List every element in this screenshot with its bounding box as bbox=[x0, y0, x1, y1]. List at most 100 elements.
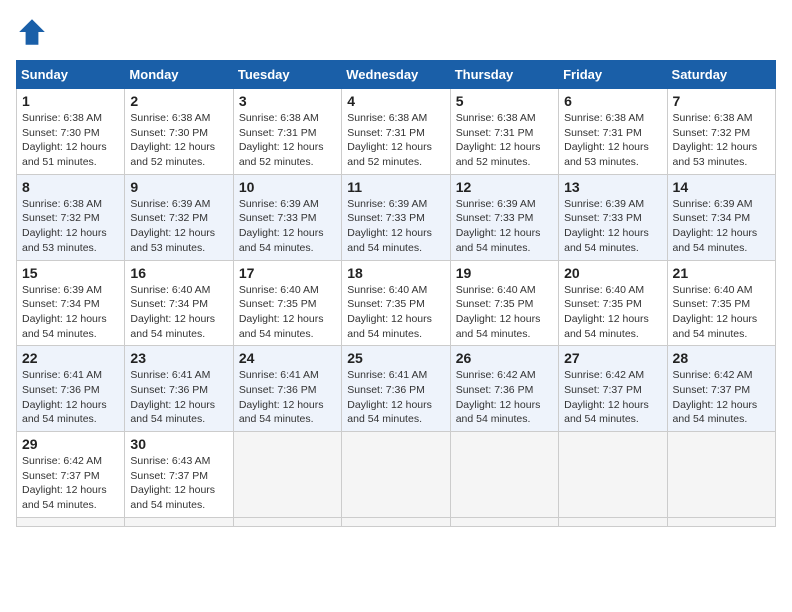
calendar-cell: 3 Sunrise: 6:38 AM Sunset: 7:31 PM Dayli… bbox=[233, 89, 341, 175]
calendar-cell bbox=[342, 517, 450, 526]
calendar-cell: 12 Sunrise: 6:39 AM Sunset: 7:33 PM Dayl… bbox=[450, 174, 558, 260]
calendar-cell: 13 Sunrise: 6:39 AM Sunset: 7:33 PM Dayl… bbox=[559, 174, 667, 260]
calendar-cell: 30 Sunrise: 6:43 AM Sunset: 7:37 PM Dayl… bbox=[125, 432, 233, 518]
calendar-cell: 6 Sunrise: 6:38 AM Sunset: 7:31 PM Dayli… bbox=[559, 89, 667, 175]
calendar-cell: 9 Sunrise: 6:39 AM Sunset: 7:32 PM Dayli… bbox=[125, 174, 233, 260]
day-info: Sunrise: 6:39 AM Sunset: 7:32 PM Dayligh… bbox=[130, 197, 227, 256]
day-number: 6 bbox=[564, 93, 661, 109]
day-info: Sunrise: 6:42 AM Sunset: 7:37 PM Dayligh… bbox=[564, 368, 661, 427]
day-number: 25 bbox=[347, 350, 444, 366]
calendar-cell: 23 Sunrise: 6:41 AM Sunset: 7:36 PM Dayl… bbox=[125, 346, 233, 432]
day-info: Sunrise: 6:38 AM Sunset: 7:30 PM Dayligh… bbox=[22, 111, 119, 170]
col-monday: Monday bbox=[125, 61, 233, 89]
calendar-week-row: 8 Sunrise: 6:38 AM Sunset: 7:32 PM Dayli… bbox=[17, 174, 776, 260]
day-number: 23 bbox=[130, 350, 227, 366]
col-friday: Friday bbox=[559, 61, 667, 89]
calendar-cell: 17 Sunrise: 6:40 AM Sunset: 7:35 PM Dayl… bbox=[233, 260, 341, 346]
calendar-week-row: 29 Sunrise: 6:42 AM Sunset: 7:37 PM Dayl… bbox=[17, 432, 776, 518]
day-info: Sunrise: 6:38 AM Sunset: 7:30 PM Dayligh… bbox=[130, 111, 227, 170]
day-number: 21 bbox=[673, 265, 770, 281]
day-info: Sunrise: 6:39 AM Sunset: 7:33 PM Dayligh… bbox=[347, 197, 444, 256]
day-info: Sunrise: 6:41 AM Sunset: 7:36 PM Dayligh… bbox=[239, 368, 336, 427]
calendar-cell: 19 Sunrise: 6:40 AM Sunset: 7:35 PM Dayl… bbox=[450, 260, 558, 346]
day-info: Sunrise: 6:39 AM Sunset: 7:33 PM Dayligh… bbox=[564, 197, 661, 256]
calendar-cell bbox=[342, 432, 450, 518]
day-number: 15 bbox=[22, 265, 119, 281]
calendar-cell: 26 Sunrise: 6:42 AM Sunset: 7:36 PM Dayl… bbox=[450, 346, 558, 432]
day-info: Sunrise: 6:40 AM Sunset: 7:35 PM Dayligh… bbox=[673, 283, 770, 342]
day-number: 5 bbox=[456, 93, 553, 109]
calendar-cell: 14 Sunrise: 6:39 AM Sunset: 7:34 PM Dayl… bbox=[667, 174, 775, 260]
day-number: 28 bbox=[673, 350, 770, 366]
day-number: 10 bbox=[239, 179, 336, 195]
calendar-cell: 29 Sunrise: 6:42 AM Sunset: 7:37 PM Dayl… bbox=[17, 432, 125, 518]
calendar-cell: 24 Sunrise: 6:41 AM Sunset: 7:36 PM Dayl… bbox=[233, 346, 341, 432]
calendar-cell: 5 Sunrise: 6:38 AM Sunset: 7:31 PM Dayli… bbox=[450, 89, 558, 175]
day-number: 24 bbox=[239, 350, 336, 366]
calendar-cell: 25 Sunrise: 6:41 AM Sunset: 7:36 PM Dayl… bbox=[342, 346, 450, 432]
day-info: Sunrise: 6:40 AM Sunset: 7:35 PM Dayligh… bbox=[456, 283, 553, 342]
col-thursday: Thursday bbox=[450, 61, 558, 89]
col-sunday: Sunday bbox=[17, 61, 125, 89]
day-info: Sunrise: 6:42 AM Sunset: 7:37 PM Dayligh… bbox=[22, 454, 119, 513]
day-number: 30 bbox=[130, 436, 227, 452]
calendar-cell: 4 Sunrise: 6:38 AM Sunset: 7:31 PM Dayli… bbox=[342, 89, 450, 175]
calendar-week-row: 1 Sunrise: 6:38 AM Sunset: 7:30 PM Dayli… bbox=[17, 89, 776, 175]
day-info: Sunrise: 6:39 AM Sunset: 7:34 PM Dayligh… bbox=[673, 197, 770, 256]
day-info: Sunrise: 6:43 AM Sunset: 7:37 PM Dayligh… bbox=[130, 454, 227, 513]
day-number: 27 bbox=[564, 350, 661, 366]
day-number: 2 bbox=[130, 93, 227, 109]
calendar-cell bbox=[17, 517, 125, 526]
calendar-cell bbox=[559, 517, 667, 526]
col-saturday: Saturday bbox=[667, 61, 775, 89]
day-info: Sunrise: 6:41 AM Sunset: 7:36 PM Dayligh… bbox=[130, 368, 227, 427]
day-number: 3 bbox=[239, 93, 336, 109]
day-info: Sunrise: 6:40 AM Sunset: 7:34 PM Dayligh… bbox=[130, 283, 227, 342]
calendar-cell: 27 Sunrise: 6:42 AM Sunset: 7:37 PM Dayl… bbox=[559, 346, 667, 432]
calendar-cell: 1 Sunrise: 6:38 AM Sunset: 7:30 PM Dayli… bbox=[17, 89, 125, 175]
calendar-header-row: Sunday Monday Tuesday Wednesday Thursday… bbox=[17, 61, 776, 89]
day-info: Sunrise: 6:39 AM Sunset: 7:34 PM Dayligh… bbox=[22, 283, 119, 342]
day-number: 7 bbox=[673, 93, 770, 109]
calendar-cell: 11 Sunrise: 6:39 AM Sunset: 7:33 PM Dayl… bbox=[342, 174, 450, 260]
calendar-cell bbox=[125, 517, 233, 526]
calendar-cell bbox=[667, 517, 775, 526]
day-info: Sunrise: 6:38 AM Sunset: 7:31 PM Dayligh… bbox=[347, 111, 444, 170]
calendar-cell: 16 Sunrise: 6:40 AM Sunset: 7:34 PM Dayl… bbox=[125, 260, 233, 346]
day-number: 26 bbox=[456, 350, 553, 366]
col-wednesday: Wednesday bbox=[342, 61, 450, 89]
calendar-cell: 21 Sunrise: 6:40 AM Sunset: 7:35 PM Dayl… bbox=[667, 260, 775, 346]
day-number: 20 bbox=[564, 265, 661, 281]
day-info: Sunrise: 6:42 AM Sunset: 7:37 PM Dayligh… bbox=[673, 368, 770, 427]
day-number: 11 bbox=[347, 179, 444, 195]
day-number: 9 bbox=[130, 179, 227, 195]
logo bbox=[16, 16, 52, 48]
calendar-cell: 7 Sunrise: 6:38 AM Sunset: 7:32 PM Dayli… bbox=[667, 89, 775, 175]
calendar-cell: 22 Sunrise: 6:41 AM Sunset: 7:36 PM Dayl… bbox=[17, 346, 125, 432]
day-info: Sunrise: 6:41 AM Sunset: 7:36 PM Dayligh… bbox=[347, 368, 444, 427]
calendar-cell bbox=[450, 432, 558, 518]
calendar-cell bbox=[450, 517, 558, 526]
page-header bbox=[16, 16, 776, 48]
day-info: Sunrise: 6:41 AM Sunset: 7:36 PM Dayligh… bbox=[22, 368, 119, 427]
day-number: 1 bbox=[22, 93, 119, 109]
day-number: 22 bbox=[22, 350, 119, 366]
calendar-cell bbox=[233, 432, 341, 518]
day-number: 18 bbox=[347, 265, 444, 281]
day-info: Sunrise: 6:42 AM Sunset: 7:36 PM Dayligh… bbox=[456, 368, 553, 427]
logo-icon bbox=[16, 16, 48, 48]
calendar-cell: 8 Sunrise: 6:38 AM Sunset: 7:32 PM Dayli… bbox=[17, 174, 125, 260]
col-tuesday: Tuesday bbox=[233, 61, 341, 89]
day-info: Sunrise: 6:40 AM Sunset: 7:35 PM Dayligh… bbox=[564, 283, 661, 342]
day-number: 12 bbox=[456, 179, 553, 195]
day-number: 29 bbox=[22, 436, 119, 452]
calendar-cell: 20 Sunrise: 6:40 AM Sunset: 7:35 PM Dayl… bbox=[559, 260, 667, 346]
day-number: 13 bbox=[564, 179, 661, 195]
day-number: 16 bbox=[130, 265, 227, 281]
day-info: Sunrise: 6:38 AM Sunset: 7:32 PM Dayligh… bbox=[22, 197, 119, 256]
day-number: 17 bbox=[239, 265, 336, 281]
calendar-cell bbox=[559, 432, 667, 518]
calendar-cell: 18 Sunrise: 6:40 AM Sunset: 7:35 PM Dayl… bbox=[342, 260, 450, 346]
calendar-table: Sunday Monday Tuesday Wednesday Thursday… bbox=[16, 60, 776, 527]
day-info: Sunrise: 6:40 AM Sunset: 7:35 PM Dayligh… bbox=[239, 283, 336, 342]
